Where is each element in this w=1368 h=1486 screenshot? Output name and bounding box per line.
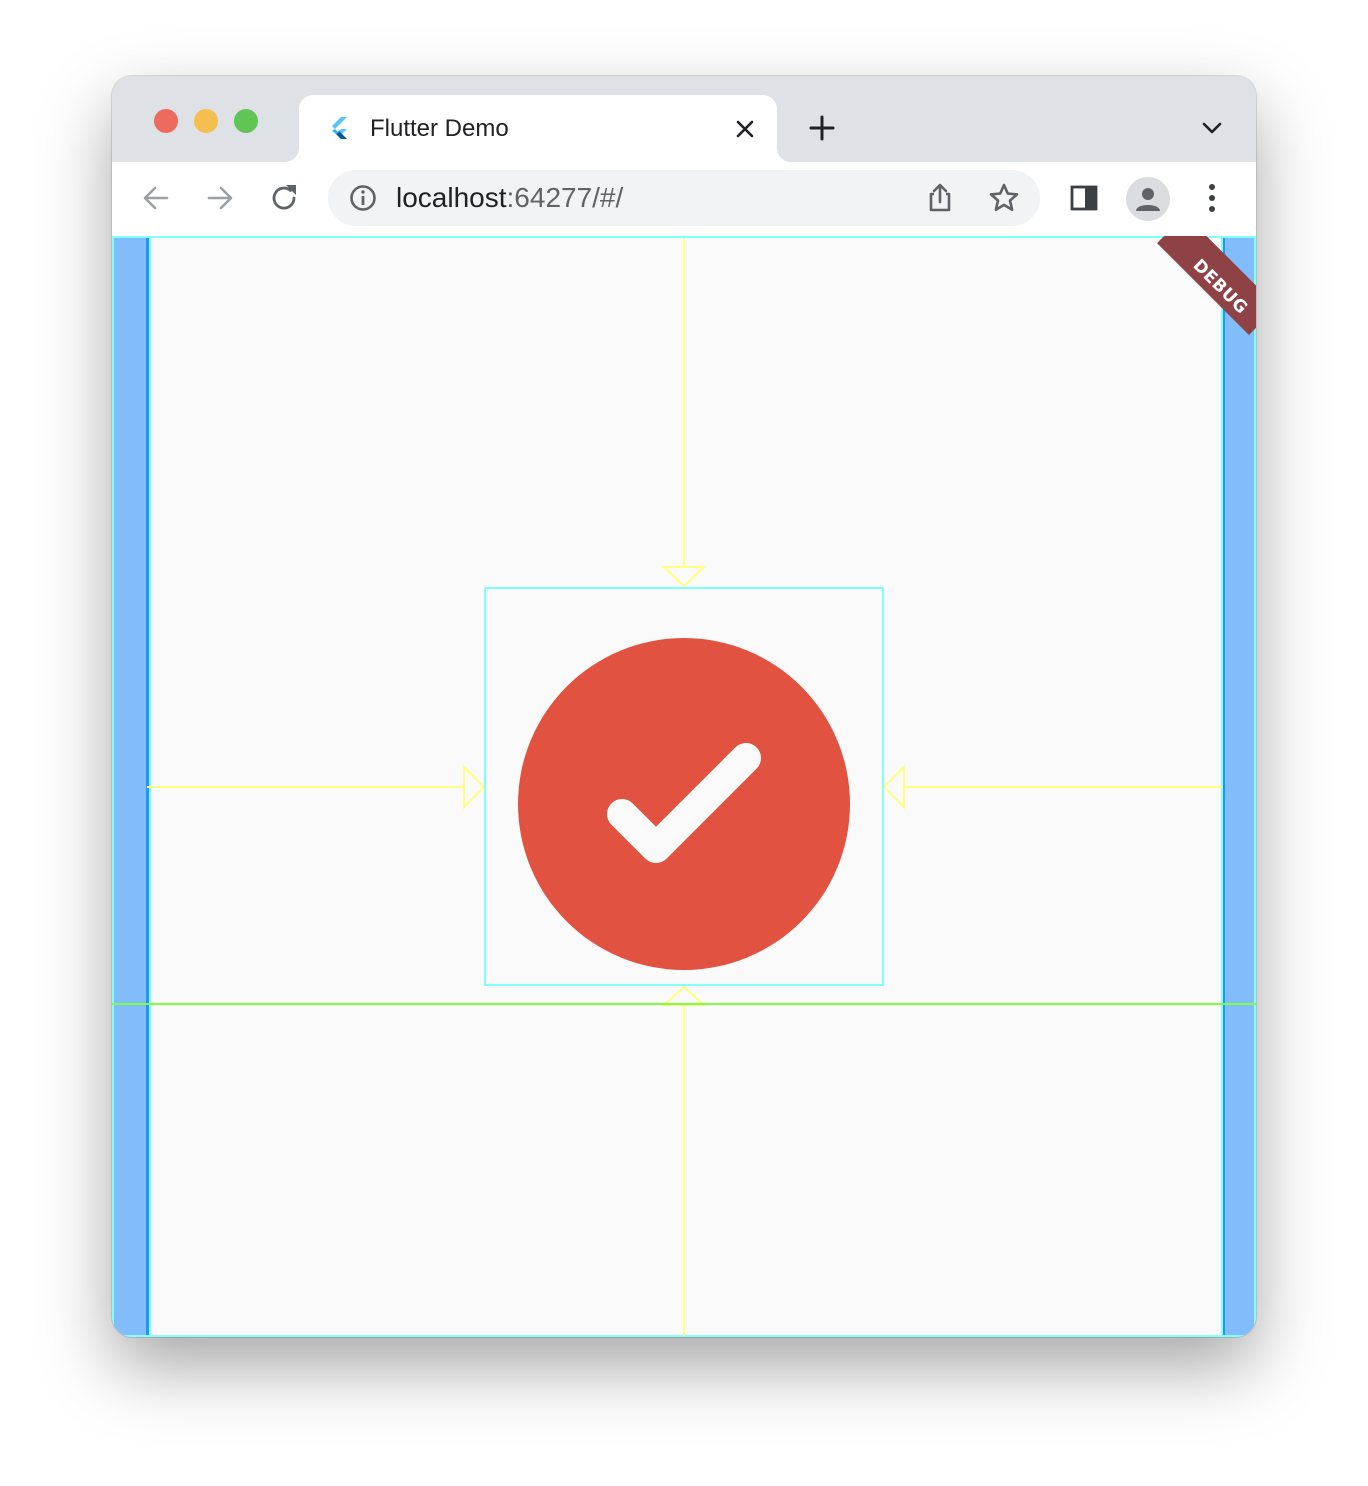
share-icon[interactable] bbox=[924, 182, 956, 214]
arrow-right-icon[interactable] bbox=[204, 182, 236, 214]
arrow-top-head bbox=[661, 566, 707, 588]
info-icon[interactable] bbox=[348, 183, 378, 213]
browser-window: Flutter Demo localhost:64277/#/ DEBUG bbox=[112, 76, 1256, 1337]
url-path: :64277/#/ bbox=[506, 182, 624, 213]
arrow-right-head bbox=[882, 764, 905, 810]
arrow-left-head bbox=[463, 764, 486, 810]
address-bar[interactable]: localhost:64277/#/ bbox=[328, 170, 1040, 226]
tab-flutter-demo[interactable]: Flutter Demo bbox=[299, 95, 777, 162]
side-panel-icon[interactable] bbox=[1068, 182, 1100, 214]
fullscreen-window-button[interactable] bbox=[234, 109, 258, 133]
debug-paint-overlay bbox=[112, 236, 1256, 1337]
padding-left bbox=[112, 236, 146, 1337]
close-tab-icon[interactable] bbox=[733, 117, 757, 141]
tab-strip: Flutter Demo bbox=[112, 76, 1256, 162]
arrow-bottom-head bbox=[661, 985, 707, 1006]
flutter-logo-icon bbox=[332, 117, 347, 139]
url-host: localhost bbox=[396, 182, 507, 213]
avatar-icon bbox=[1136, 188, 1160, 211]
arrow-left-icon[interactable] bbox=[140, 182, 172, 214]
plus-icon[interactable] bbox=[808, 114, 836, 142]
check-circle-icon[interactable] bbox=[518, 638, 850, 970]
padding-right bbox=[1224, 236, 1256, 1337]
chevron-down-icon[interactable] bbox=[1200, 118, 1224, 138]
kebab-menu-icon[interactable] bbox=[1196, 182, 1228, 214]
star-icon[interactable] bbox=[988, 182, 1020, 214]
reload-icon[interactable] bbox=[268, 182, 300, 214]
flutter-app-viewport: DEBUG bbox=[112, 236, 1256, 1337]
profile-button[interactable] bbox=[1126, 177, 1170, 221]
close-window-button[interactable] bbox=[154, 109, 178, 133]
tab-title: Flutter Demo bbox=[370, 115, 509, 142]
minimize-window-button[interactable] bbox=[194, 109, 218, 133]
browser-toolbar: localhost:64277/#/ bbox=[112, 162, 1256, 237]
url-text: localhost:64277/#/ bbox=[396, 183, 623, 213]
